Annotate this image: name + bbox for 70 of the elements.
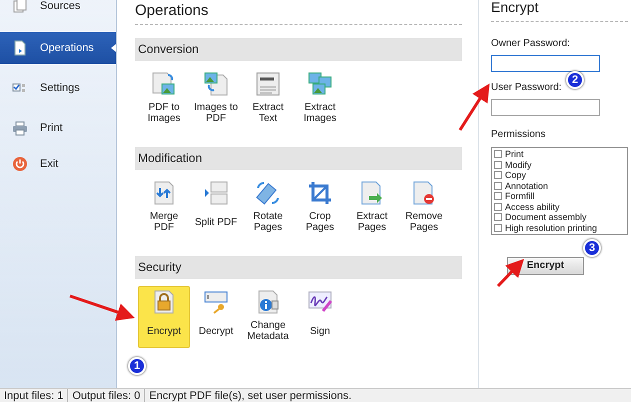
annotation-arrow [70, 294, 135, 321]
checkbox[interactable] [494, 192, 502, 200]
operation-button[interactable]: Rotate Pages [242, 177, 294, 239]
section-header: Modification [135, 147, 462, 170]
operation-button[interactable]: Remove Pages [398, 177, 450, 239]
printer-icon [12, 120, 28, 136]
field-label: Owner Password: [491, 37, 570, 51]
step-number-badge: 2 [566, 71, 584, 89]
key-icon [203, 289, 229, 315]
permission-label: Formfill [505, 191, 534, 202]
password-field[interactable] [491, 55, 600, 72]
operation-button[interactable]: Sign [294, 286, 346, 348]
rotate-icon [255, 180, 281, 206]
permission-label: Document assembly [505, 212, 587, 222]
operation-button[interactable]: Crop Pages [294, 177, 346, 239]
permission-label: Modify [505, 160, 532, 170]
sidebar-item[interactable]: Operations [0, 32, 116, 64]
password-field[interactable] [491, 99, 600, 116]
checkbox[interactable] [494, 150, 502, 158]
operation-button[interactable]: Split PDF [190, 177, 242, 239]
annotation-arrow [496, 258, 524, 288]
status-text: Encrypt PDF file(s), set user permissions. [148, 389, 353, 402]
annotation-arrow [458, 83, 490, 131]
sidebar-item[interactable]: Settings [0, 72, 116, 104]
checkbox[interactable] [494, 171, 502, 180]
sidebar-item[interactable]: Print [0, 112, 116, 144]
sidebar-item[interactable]: Exit [0, 148, 116, 180]
operation-button[interactable]: Extract Text [242, 68, 294, 130]
images-icon [307, 71, 333, 97]
image-document-icon [203, 71, 229, 97]
field-label: User Password: [491, 81, 562, 95]
pointer-icon [111, 44, 116, 52]
operation-button[interactable]: Encrypt [138, 286, 190, 348]
permission-label: Access ability [505, 202, 560, 212]
permission-label: Print [505, 149, 524, 160]
operation-button[interactable]: Decrypt [190, 286, 242, 348]
permission-label: Annotation [505, 180, 548, 191]
checkbox[interactable] [494, 160, 502, 169]
checkbox[interactable] [494, 224, 502, 232]
permission-label: High resolution printing [505, 222, 598, 233]
remove-icon [411, 180, 437, 206]
operation-button[interactable]: PDF to Images [138, 68, 190, 130]
pages-icon [12, 0, 28, 14]
section-header: Conversion [135, 38, 462, 61]
operation-button[interactable]: Extract Pages [346, 177, 398, 239]
panel-title: Encrypt [491, 0, 628, 22]
step-number-badge: 1 [128, 357, 146, 375]
sidebar-item[interactable]: Sources [0, 0, 116, 22]
permissions-label: Permissions [491, 128, 546, 142]
status-text: Input files: 1 [0, 389, 68, 402]
document-icon [12, 40, 28, 56]
checkbox[interactable] [494, 213, 502, 222]
crop-icon [307, 180, 333, 206]
operation-button[interactable]: Images to PDF [190, 68, 242, 130]
section-header: Security [135, 256, 462, 279]
operation-button[interactable]: Change Metadata [242, 286, 294, 348]
text-document-icon [255, 71, 281, 97]
panel-title: Operations [135, 0, 462, 25]
split-icon [203, 180, 229, 206]
signature-icon [307, 289, 333, 315]
checkbox[interactable] [494, 202, 502, 211]
checkbox[interactable] [494, 182, 502, 190]
power-icon [12, 156, 28, 172]
operation-button[interactable]: Merge PDF [138, 177, 190, 239]
status-text: Output files: 0 [68, 389, 146, 402]
export-icon [359, 180, 385, 206]
permission-label: Copy [505, 170, 526, 180]
operation-button[interactable]: Extract Images [294, 68, 346, 130]
document-image-icon [151, 71, 177, 97]
step-number-badge: 3 [583, 239, 601, 257]
